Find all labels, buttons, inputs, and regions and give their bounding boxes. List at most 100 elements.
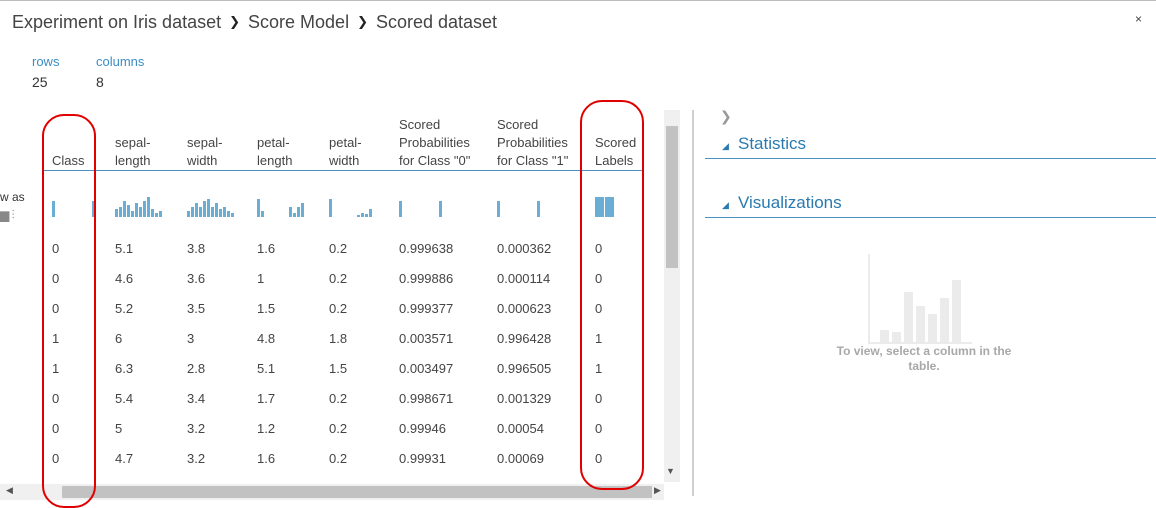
histogram-bar [289, 207, 292, 217]
table-cell: 2.8 [187, 360, 206, 376]
table-cell: 5.2 [115, 300, 134, 316]
table-cell: 0.999377 [399, 300, 454, 316]
statistics-section-header[interactable]: ◢ Statistics [705, 132, 1156, 159]
table-cell: 1 [52, 330, 60, 346]
chevron-right-icon: ❯ [229, 14, 241, 29]
table-cell: 3 [187, 330, 195, 346]
histogram-bar [159, 211, 162, 217]
table-cell: 5.1 [257, 360, 276, 376]
column-header[interactable]: sepal- width [175, 110, 245, 171]
breadcrumb: Experiment on Iris dataset ❯ Score Model ❯ S… [12, 12, 497, 33]
table-row[interactable]: 0 5.2 3.5 1.5 0.2 0.999377 0.000623 0 [42, 293, 644, 323]
table-row[interactable]: 1 6 3 4.8 1.8 0.003571 0.996428 1 [42, 323, 644, 353]
visualizations-title: Visualizations [738, 193, 842, 212]
table-row[interactable]: 0 4.7 3.2 1.6 0.2 0.99931 0.00069 0 [42, 443, 644, 473]
histogram-bar [361, 213, 364, 217]
triangle-down-icon: ◢ [722, 141, 729, 151]
table-cell: 5.4 [115, 390, 134, 406]
table-cell: 0 [52, 240, 60, 256]
table-row[interactable]: 0 5 3.2 1.2 0.2 0.99946 0.00054 0 [42, 413, 644, 443]
histogram-bar [261, 211, 264, 217]
table-row[interactable]: 0 4.6 3.6 1 0.2 0.999886 0.000114 0 [42, 263, 644, 293]
table-cell: 3.2 [187, 420, 206, 436]
histogram-bar [143, 201, 146, 217]
histogram-bar [257, 199, 260, 217]
column-histogram[interactable] [317, 171, 387, 234]
histogram-bar [195, 203, 198, 217]
table-cell: 1.6 [257, 450, 276, 466]
histogram-bar [293, 213, 296, 217]
table-cell: 0.00054 [497, 420, 544, 436]
columns-label: columns [96, 54, 145, 69]
table-cell: 3.6 [187, 270, 206, 286]
triangle-down-icon: ◢ [722, 200, 729, 210]
histogram-bar [199, 207, 202, 217]
column-histogram[interactable] [583, 171, 644, 234]
table-cell: 4.6 [115, 270, 134, 286]
histogram-bar [365, 214, 368, 217]
table-cell: 0 [595, 450, 603, 466]
table-cell: 0.999638 [399, 240, 454, 256]
table-cell: 3.2 [187, 450, 206, 466]
table-cell: 0.000362 [497, 240, 552, 256]
histogram-bar [223, 207, 226, 217]
table-cell: 0.2 [329, 390, 348, 406]
histogram-bar [369, 209, 372, 217]
vertical-scroll-thumb[interactable] [666, 126, 678, 268]
table-cell: 0 [52, 300, 60, 316]
column-header[interactable]: Scored Probabilities for Class "0" [387, 110, 485, 171]
histogram-bar [595, 197, 604, 217]
column-header[interactable]: petal- length [245, 110, 317, 171]
table-cell: 0 [52, 390, 60, 406]
column-header[interactable]: Scored Labels [583, 110, 645, 171]
panel-divider [692, 110, 694, 496]
table-cell: 0 [595, 390, 603, 406]
scroll-right-icon[interactable]: ▶ [654, 485, 661, 496]
column-histogram[interactable] [245, 171, 317, 234]
table-cell: 0.001329 [497, 390, 552, 406]
histogram-bar [219, 209, 222, 217]
histogram-bar [399, 201, 402, 217]
column-histogram[interactable] [485, 171, 583, 234]
horizontal-scroll-thumb[interactable] [62, 486, 652, 498]
visualizations-section-header[interactable]: ◢ Visualizations [705, 191, 1156, 218]
histogram-bar [123, 201, 126, 217]
table-cell: 0 [595, 270, 603, 286]
expand-chevron-icon[interactable]: ❯ [720, 108, 732, 125]
table-cell: 0.003497 [399, 360, 454, 376]
histogram-bar [155, 213, 158, 217]
breadcrumb-scored-dataset: Scored dataset [375, 12, 498, 32]
histogram-bar [297, 207, 300, 217]
table-cell: 0.000623 [497, 300, 552, 316]
statistics-title: Statistics [738, 134, 807, 153]
table-cell: 1 [595, 360, 603, 376]
table-row[interactable]: 1 6.3 2.8 5.1 1.5 0.003497 0.996505 1 [42, 353, 644, 383]
histogram-bar [497, 201, 500, 217]
breadcrumb-experiment[interactable]: Experiment on Iris dataset [12, 12, 221, 32]
close-icon[interactable]: × [1135, 12, 1142, 26]
column-histogram[interactable] [42, 171, 103, 234]
column-histogram[interactable] [103, 171, 175, 234]
chevron-right-icon: ❯ [357, 14, 368, 29]
column-histogram[interactable] [387, 171, 485, 234]
table-cell: 3.8 [187, 240, 206, 256]
column-header[interactable]: Class [42, 110, 103, 171]
table-row[interactable]: 0 5.1 3.8 1.6 0.2 0.999638 0.000362 0 [42, 233, 644, 263]
histogram-bar [231, 213, 234, 217]
table-cell: 1.5 [257, 300, 276, 316]
scroll-left-icon[interactable]: ◀ [6, 485, 13, 496]
scroll-down-icon[interactable]: ▼ [666, 466, 675, 476]
column-header[interactable]: petal- width [317, 110, 387, 171]
table-cell: 0.003571 [399, 330, 454, 346]
breadcrumb-score-model[interactable]: Score Model [248, 12, 349, 32]
table-cell: 0 [595, 420, 603, 436]
column-header[interactable]: sepal- length [103, 110, 175, 171]
table-cell: 0.2 [329, 420, 348, 436]
table-row[interactable]: 0 5.4 3.4 1.7 0.2 0.998671 0.001329 0 [42, 383, 644, 413]
column-header[interactable]: Scored Probabilities for Class "1" [485, 110, 583, 171]
histogram-bar [139, 207, 142, 217]
column-histogram[interactable] [175, 171, 245, 234]
table-cell: 0.99946 [399, 420, 446, 436]
histogram-bar [329, 199, 332, 217]
histogram-bar [131, 211, 134, 217]
